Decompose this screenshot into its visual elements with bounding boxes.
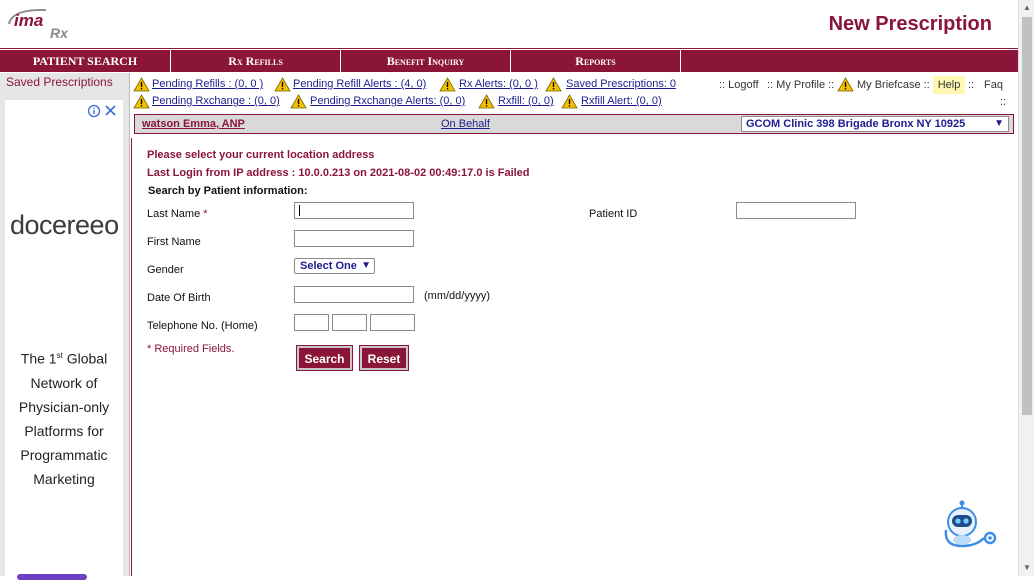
scrollbar-thumb[interactable] <box>1022 17 1032 415</box>
warning-icon <box>133 94 150 109</box>
pending-rxchange-link[interactable]: Pending Rxchange : (0, 0) <box>152 95 280 107</box>
phone-line-input[interactable] <box>370 314 415 331</box>
main-nav: PATIENT SEARCH Rx Refills Benefit Inquir… <box>0 49 1018 72</box>
phone-area-code-input[interactable] <box>294 314 329 331</box>
chevron-down-icon: ▼ <box>994 118 1004 129</box>
nav-rx-refills[interactable]: Rx Refills <box>171 50 341 72</box>
faq-link[interactable]: Faq <box>984 79 1003 91</box>
required-fields-note: * Required Fields. <box>147 343 235 355</box>
text-cursor <box>299 205 300 216</box>
nav-benefit-inquiry[interactable]: Benefit Inquiry <box>341 50 511 72</box>
sidebar: Saved Prescriptions docereeo The 1st Glo… <box>0 73 130 580</box>
ad-info-close-icons[interactable] <box>87 104 118 121</box>
provider-bar: watson Emma, ANP On Behalf GCOM Clinic 3… <box>134 114 1014 134</box>
imarx-logo[interactable]: ima Rx <box>6 4 70 42</box>
phone-prefix-input[interactable] <box>332 314 367 331</box>
section-heading: Search by Patient information: <box>148 185 308 197</box>
sidebar-saved-prescriptions[interactable]: Saved Prescriptions <box>6 75 113 89</box>
rxfill-alert-link[interactable]: Rxfill Alert: (0, 0) <box>581 95 662 107</box>
ad-cta-bar[interactable] <box>17 574 87 580</box>
gender-label: Gender <box>147 264 184 276</box>
dob-format-hint: (mm/dd/yyyy) <box>424 290 490 302</box>
page: ima Rx New Prescription PATIENT SEARCH R… <box>0 0 1019 580</box>
rx-alerts-link[interactable]: Rx Alerts: (0, 0 ) <box>459 78 538 90</box>
clinic-location-select[interactable]: GCOM Clinic 398 Brigade Bronx NY 10925 ▼ <box>741 116 1009 132</box>
content-area <box>131 138 1019 576</box>
separator: :: <box>968 79 975 91</box>
warning-icon <box>561 94 578 109</box>
chevron-down-icon: ▼ <box>361 260 371 271</box>
dob-label: Date Of Birth <box>147 292 211 304</box>
provider-name-link[interactable]: watson Emma, ANP <box>142 118 245 130</box>
logoff-link[interactable]: :: Logoff <box>719 79 759 91</box>
dob-input[interactable] <box>294 286 414 303</box>
nav-reports[interactable]: Reports <box>511 50 681 72</box>
my-briefcase-link[interactable]: My Briefcase :: <box>857 79 930 91</box>
pending-rxchange-alerts-link[interactable]: Pending Rxchange Alerts: (0, 0) <box>310 95 465 107</box>
phone-label: Telephone No. (Home) <box>147 320 258 332</box>
warning-icon <box>274 77 291 92</box>
reset-button[interactable]: Reset <box>359 345 409 371</box>
vertical-scrollbar[interactable]: ▲ ▼ <box>1018 0 1034 576</box>
warning-icon <box>439 77 456 92</box>
last-login-message: Last Login from IP address : 10.0.0.213 … <box>147 167 530 179</box>
warning-icon <box>133 77 150 92</box>
search-button[interactable]: Search <box>296 345 353 371</box>
warning-icon <box>478 94 495 109</box>
scroll-up-icon[interactable]: ▲ <box>1019 0 1034 16</box>
location-message: Please select your current location addr… <box>147 149 375 161</box>
gender-select-value: Select One <box>300 260 357 272</box>
saved-prescriptions-link[interactable]: Saved Prescriptions: 0 <box>566 78 676 90</box>
warning-icon <box>545 77 562 92</box>
help-link[interactable]: Help <box>933 76 965 94</box>
advertisement[interactable]: docereeo The 1st Global Network of Physi… <box>5 100 123 580</box>
svg-text:ima: ima <box>14 11 43 30</box>
warning-icon <box>290 94 307 109</box>
last-name-label: Last Name * <box>147 208 208 220</box>
warning-icon <box>837 77 854 92</box>
rxfill-link[interactable]: Rxfill: (0, 0) <box>498 95 554 107</box>
on-behalf-link[interactable]: On Behalf <box>441 118 490 130</box>
gender-select[interactable]: Select One ▼ <box>294 258 375 274</box>
scroll-down-icon[interactable]: ▼ <box>1019 560 1034 576</box>
chatbot-assistant-icon[interactable] <box>940 500 1002 552</box>
separator: :: <box>1000 96 1007 108</box>
app-header: ima Rx New Prescription <box>0 0 1018 50</box>
doceree-logo: docereeo <box>10 210 119 240</box>
first-name-label: First Name <box>147 236 201 248</box>
clinic-select-value: GCOM Clinic 398 Brigade Bronx NY 10925 <box>746 118 966 130</box>
first-name-input[interactable] <box>294 230 414 247</box>
patient-id-input[interactable] <box>736 202 856 219</box>
nav-patient-search[interactable]: PATIENT SEARCH <box>0 50 171 72</box>
ad-tagline: The 1st Global Network of Physician-only… <box>18 350 110 487</box>
patient-id-label: Patient ID <box>589 208 638 220</box>
page-title: New Prescription <box>828 13 992 35</box>
last-name-input[interactable] <box>294 202 414 219</box>
pending-refills-link[interactable]: Pending Refills : (0, 0 ) <box>152 78 263 90</box>
pending-refill-alerts-link[interactable]: Pending Refill Alerts : (4, 0) <box>293 78 426 90</box>
my-profile-link[interactable]: :: My Profile :: <box>767 79 834 91</box>
svg-text:Rx: Rx <box>50 25 69 41</box>
